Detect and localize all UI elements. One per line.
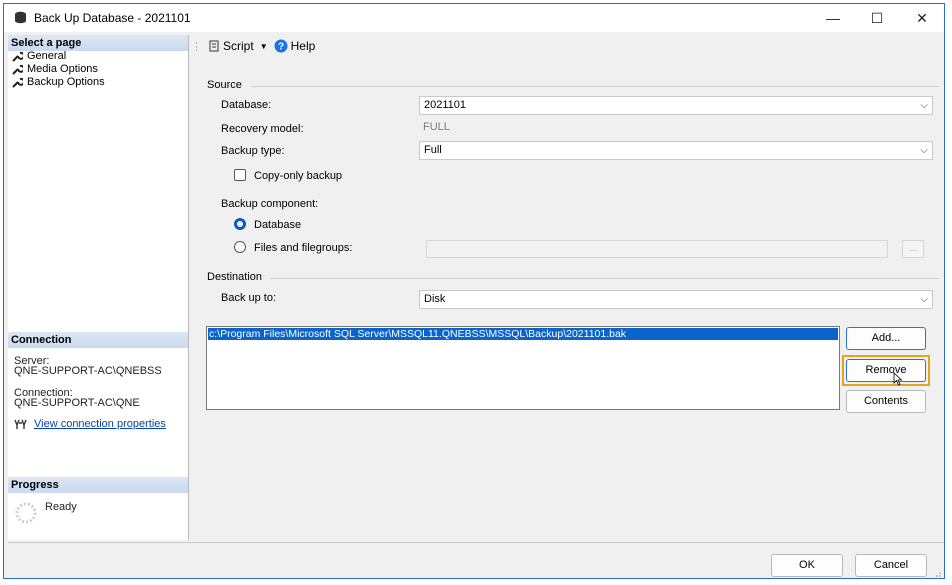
progress-status: Ready [45,501,77,513]
recovery-model-label: Recovery model: [221,123,304,135]
script-button[interactable]: Script ▼ [208,39,268,53]
script-icon [209,40,219,52]
backup-component-label: Backup component: [221,198,319,210]
database-icon [15,11,26,24]
server-value: QNE-SUPPORT-AC\QNEBSS [14,365,162,377]
destination-list-item[interactable]: c:\Program Files\Microsoft SQL Server\MS… [208,328,838,340]
minimize-button[interactable]: — [810,4,856,32]
view-connection-properties-link[interactable]: View connection properties [34,419,166,430]
add-button[interactable]: Add... [846,327,926,350]
toolbar-grip: ⋮ [191,40,202,53]
database-label: Database: [221,99,272,111]
close-button[interactable]: ✕ [899,4,944,32]
wrench-icon [12,77,23,88]
help-label: Help [290,39,316,53]
backup-type-select[interactable]: Full ⌵ [419,141,933,160]
help-icon: ? [274,39,288,53]
browse-filegroups-button: ... [902,240,924,258]
page-item-label: Media Options [27,63,98,75]
left-panel: Select a page General Media Options Back… [8,35,189,540]
backup-type-value: Full [424,144,442,156]
footer: OK Cancel [4,543,944,578]
chevron-down-icon: ⌵ [920,100,928,111]
remove-button[interactable]: Remove [846,359,926,382]
progress-header: Progress [8,477,188,493]
wrench-icon [12,51,23,62]
connection-value: QNE-SUPPORT-AC\QNE [14,397,140,409]
database-select[interactable]: 2021101 ⌵ [419,96,933,115]
resize-grip-icon[interactable] [934,570,942,578]
wrench-icon [12,64,23,75]
cancel-button[interactable]: Cancel [855,554,927,577]
page-item-media-options[interactable]: Media Options [12,63,98,75]
page-item-backup-options[interactable]: Backup Options [12,76,105,88]
component-files-radio[interactable] [234,241,246,253]
chevron-down-icon: ▼ [259,41,268,51]
select-page-header: Select a page [8,35,188,51]
help-button[interactable]: ? Help [274,39,316,53]
recovery-model-value: FULL [419,118,933,137]
contents-button[interactable]: Contents [846,390,926,413]
database-value: 2021101 [424,99,467,111]
title-bar: Back Up Database - 2021101 — ☐ ✕ [4,4,944,32]
ok-button[interactable]: OK [771,554,843,577]
backup-dialog: Back Up Database - 2021101 — ☐ ✕ Select … [3,3,945,579]
back-up-to-select[interactable]: Disk ⌵ [419,290,933,309]
progress-spinner-icon [15,502,37,524]
component-database-label: Database [254,219,302,231]
view-connection-row: View connection properties [14,419,166,430]
destination-list[interactable]: c:\Program Files\Microsoft SQL Server\MS… [206,326,840,410]
back-up-to-value: Disk [424,293,446,305]
component-files-label: Files and filegroups: [254,242,353,254]
window-title: Back Up Database - 2021101 [34,11,191,25]
filegroups-field [426,240,888,258]
destination-group-title: Destination [207,271,263,283]
copy-only-label: Copy-only backup [254,170,343,182]
component-database-radio[interactable] [234,218,246,230]
main-panel: ⋮ Script ▼ ? Help Source Database: 20211… [189,35,944,540]
source-divider [251,86,939,87]
page-item-label: Backup Options [27,76,105,88]
script-label: Script [223,39,254,53]
page-item-label: General [27,50,67,62]
backup-type-label: Backup type: [221,145,285,157]
maximize-button[interactable]: ☐ [854,4,900,32]
copy-only-checkbox[interactable] [234,169,246,181]
cursor-icon [893,372,903,386]
destination-divider [271,278,939,279]
toolbar: ⋮ Script ▼ ? Help [189,35,944,57]
connection-properties-icon [14,419,27,429]
connection-header: Connection [8,332,188,348]
svg-text:?: ? [278,42,284,53]
source-group-title: Source [207,79,242,91]
chevron-down-icon: ⌵ [920,294,928,305]
back-up-to-label: Back up to: [221,292,277,304]
page-item-general[interactable]: General [12,50,66,62]
chevron-down-icon: ⌵ [920,145,928,156]
